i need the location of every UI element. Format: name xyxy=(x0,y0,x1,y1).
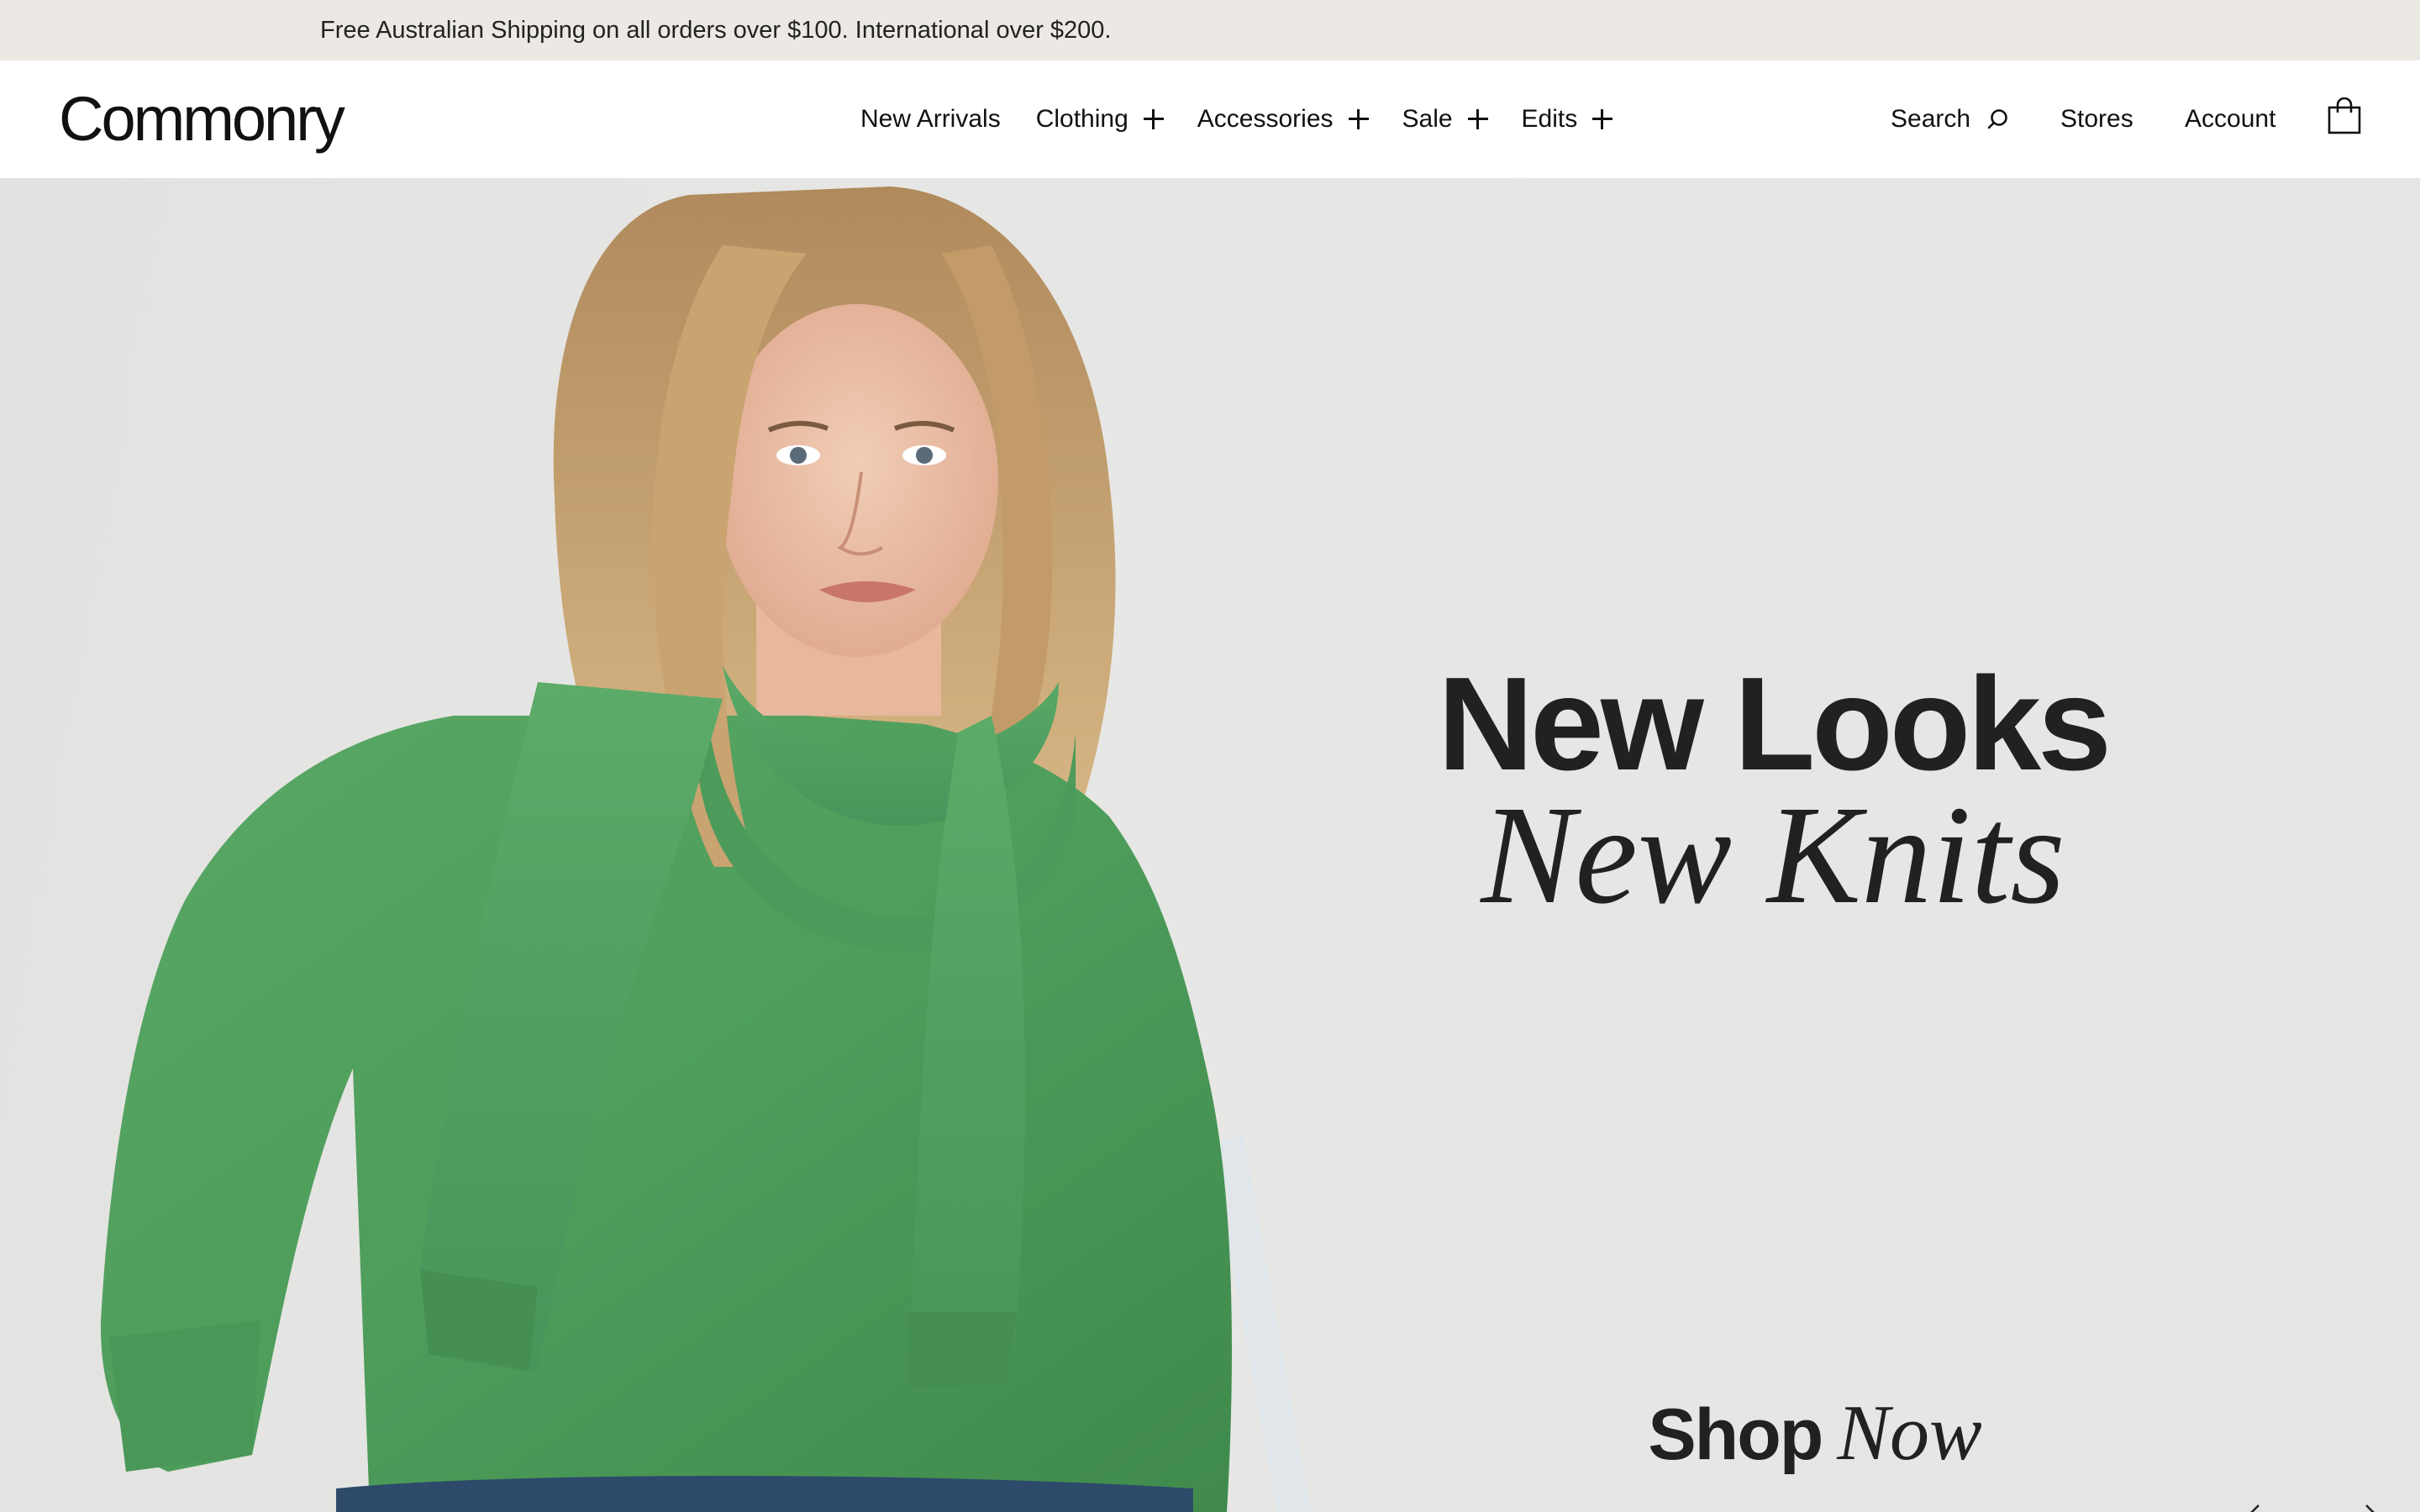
nav-item-label: Sale xyxy=(1402,105,1453,133)
hero-title: New Looks xyxy=(1437,650,2112,798)
nav-item-label: New Arrivals xyxy=(860,105,1001,133)
hero-headline: New Looks New Knits xyxy=(1428,650,2118,933)
hero-image xyxy=(100,186,1311,1512)
logo[interactable]: Commonry xyxy=(59,77,345,161)
search-icon[interactable] xyxy=(1986,108,2010,131)
main-nav: New Arrivals Clothing Accessories Sale E… xyxy=(860,60,1613,178)
nav-item-clothing[interactable]: Clothing xyxy=(1036,105,1164,134)
shop-now-italic: Now xyxy=(1837,1389,1982,1477)
hero-subtitle: New Knits xyxy=(1481,777,2065,933)
chevron-right-icon[interactable] xyxy=(2360,1502,2380,1512)
account-link[interactable]: Account xyxy=(2185,60,2275,178)
chevron-left-icon[interactable] xyxy=(2245,1502,2265,1512)
nav-item-label: Edits xyxy=(1521,105,1578,133)
nav-item-sale[interactable]: Sale xyxy=(1402,105,1488,134)
plus-icon[interactable] xyxy=(1592,109,1613,129)
search-link[interactable]: Search xyxy=(1891,60,1970,178)
nav-item-new-arrivals[interactable]: New Arrivals xyxy=(860,105,1001,134)
announcement-text: Free Australian Shipping on all orders o… xyxy=(320,17,1112,44)
shopping-bag-icon[interactable] xyxy=(2328,97,2361,134)
stores-link[interactable]: Stores xyxy=(2060,60,2133,178)
plus-icon[interactable] xyxy=(1143,109,1164,129)
nav-item-label: Accessories xyxy=(1197,105,1334,133)
hero-banner[interactable]: New Looks New Knits Shop Now xyxy=(0,178,2420,1512)
nav-item-accessories[interactable]: Accessories xyxy=(1197,105,1369,134)
nav-item-label: Clothing xyxy=(1035,105,1128,133)
plus-icon[interactable] xyxy=(1467,109,1488,129)
shop-now-link[interactable]: Shop Now xyxy=(1597,1388,2033,1478)
nav-item-edits[interactable]: Edits xyxy=(1522,105,1613,134)
announcement-bar: Free Australian Shipping on all orders o… xyxy=(0,0,2420,60)
site-header: Commonry New Arrivals Clothing Accessori… xyxy=(0,60,2420,178)
plus-icon[interactable] xyxy=(1348,109,1369,129)
shop-now-bold: Shop xyxy=(1648,1394,1823,1475)
